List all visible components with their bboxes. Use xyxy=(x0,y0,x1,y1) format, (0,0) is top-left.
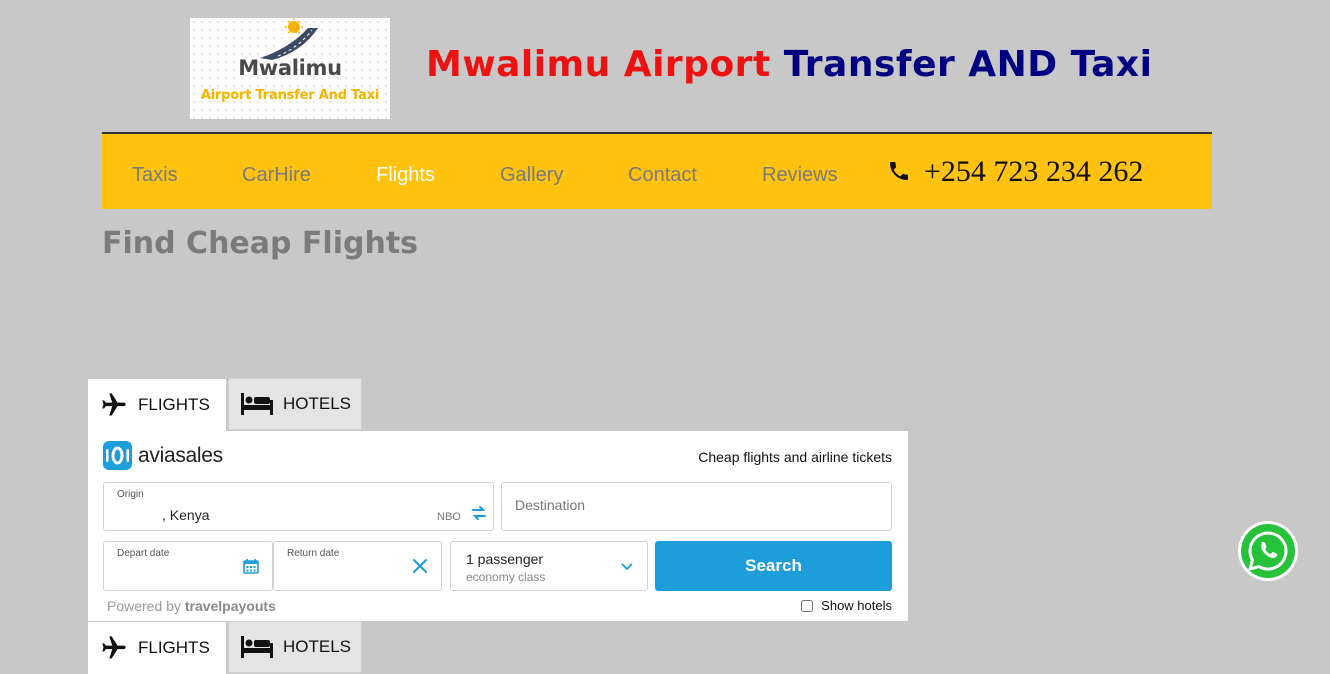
plane-icon xyxy=(100,634,128,662)
return-date-label: Return date xyxy=(287,548,340,559)
phone-number-link[interactable]: +254 723 234 262 xyxy=(924,155,1143,189)
whatsapp-chat-icon[interactable] xyxy=(1237,520,1299,582)
plane-icon xyxy=(100,391,128,419)
tab-hotels-label: HOTELS xyxy=(283,394,352,413)
aviasales-logo-icon xyxy=(103,441,132,470)
logo-name: Mwalimu xyxy=(238,56,342,80)
phone-icon xyxy=(890,162,908,180)
flight-search-widget: aviasales Cheap flights and airline tick… xyxy=(88,431,908,621)
site-title-part2: Transfer AND Taxi xyxy=(783,44,1153,85)
origin-label: Origin xyxy=(117,489,144,500)
show-hotels-label: Show hotels xyxy=(821,598,892,613)
tab-flights-label: FLIGHTS xyxy=(138,395,210,414)
nav-item-taxis[interactable]: Taxis xyxy=(132,164,178,187)
powered-by[interactable]: Powered by travelpayouts xyxy=(107,598,276,614)
nav-item-flights[interactable]: Flights xyxy=(376,164,435,187)
site-logo[interactable]: Mwalimu Airport Transfer And Taxi xyxy=(190,18,390,119)
tab-hotels-label: HOTELS xyxy=(283,637,352,656)
show-hotels-checkbox[interactable] xyxy=(801,599,814,612)
tab-hotels[interactable]: HOTELS xyxy=(228,378,362,430)
return-date-field[interactable]: Return date xyxy=(273,541,442,591)
show-hotels-option[interactable]: Show hotels xyxy=(801,598,892,613)
tab-flights[interactable]: FLIGHTS xyxy=(88,379,226,431)
bed-icon xyxy=(241,393,273,415)
site-title: Mwalimu Airport Transfer AND Taxi xyxy=(426,44,1152,85)
origin-value: , Kenya xyxy=(162,507,210,523)
depart-date-field[interactable]: Depart date xyxy=(103,541,273,591)
cabin-class: economy class xyxy=(466,570,546,584)
site-title-part1: Mwalimu Airport xyxy=(426,44,771,85)
aviasales-brand: aviasales xyxy=(103,441,223,470)
tab-hotels-secondary[interactable]: HOTELS xyxy=(228,621,362,673)
nav-item-carhire[interactable]: CarHire xyxy=(242,164,311,187)
origin-field[interactable]: Origin , Kenya NBO xyxy=(103,482,494,531)
tagline: Cheap flights and airline tickets xyxy=(698,449,892,465)
chevron-down-icon xyxy=(621,563,633,571)
passenger-count: 1 passenger xyxy=(466,551,544,567)
swap-icon[interactable] xyxy=(471,505,487,521)
search-button[interactable]: Search xyxy=(655,541,892,591)
clear-return-icon[interactable] xyxy=(412,558,428,574)
logo-subtitle: Airport Transfer And Taxi xyxy=(200,88,380,103)
depart-date-label: Depart date xyxy=(117,548,170,559)
destination-field[interactable]: Destination xyxy=(501,482,892,531)
passengers-dropdown[interactable]: 1 passenger economy class xyxy=(450,541,648,591)
page-heading: Find Cheap Flights xyxy=(102,226,419,261)
bed-icon xyxy=(241,636,273,658)
nav-item-reviews[interactable]: Reviews xyxy=(762,164,838,187)
brand-name: aviasales xyxy=(138,443,223,467)
nav-item-contact[interactable]: Contact xyxy=(628,164,697,187)
main-nav: Taxis CarHire Flights Gallery Contact Re… xyxy=(102,132,1212,209)
destination-placeholder: Destination xyxy=(515,497,586,513)
nav-item-gallery[interactable]: Gallery xyxy=(500,164,563,187)
calendar-icon[interactable] xyxy=(243,558,259,574)
tab-flights-label: FLIGHTS xyxy=(138,638,210,657)
origin-code: NBO xyxy=(437,511,461,523)
tab-flights-secondary[interactable]: FLIGHTS xyxy=(88,622,226,674)
powered-prefix: Powered by xyxy=(107,598,181,614)
travelpayouts-brand: travelpayouts xyxy=(184,598,276,614)
